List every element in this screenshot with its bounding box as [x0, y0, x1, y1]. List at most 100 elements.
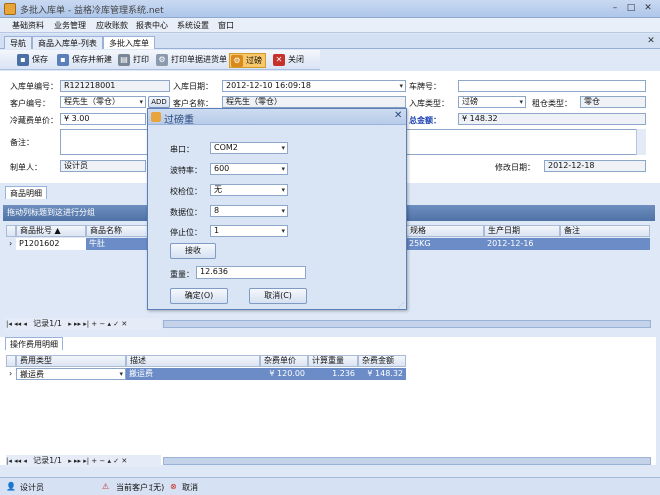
- col-fee-price[interactable]: 杂费单价: [260, 355, 308, 367]
- baud-select[interactable]: 600: [210, 163, 288, 175]
- menu-bar: 基础资料 业务管理 应收账款 报表中心 系统设置 窗口: [0, 18, 660, 33]
- in-date-label: 入库日期：: [173, 82, 213, 91]
- col-fee-desc[interactable]: 描述: [126, 355, 260, 367]
- status-cancel[interactable]: 取消: [182, 482, 198, 493]
- order-no-field[interactable]: R121218001: [60, 80, 170, 92]
- close-window-icon[interactable]: ✕: [641, 2, 655, 15]
- plate-label: 车牌号：: [409, 82, 441, 91]
- row-indicator-header: [6, 225, 16, 237]
- nav-next-icon[interactable]: ▸ ▸▸ ▸| + − ▴ ✓ ✕: [68, 320, 127, 328]
- dialog-title: 过磅重: [164, 115, 194, 126]
- fees-nav-next-icon[interactable]: ▸ ▸▸ ▸| + − ▴ ✓ ✕: [68, 457, 127, 465]
- col-batch[interactable]: 商品批号 ▲: [16, 225, 86, 237]
- goods-hscrollbar[interactable]: [163, 320, 651, 328]
- save-button[interactable]: ▪ 保存: [16, 53, 48, 68]
- nav-first-icon[interactable]: |◂ ◂◂ ◂: [6, 320, 27, 328]
- save-new-icon: ▪: [57, 54, 69, 66]
- freeze-price-label: 冷藏费单价：: [10, 116, 58, 125]
- dialog-close-icon[interactable]: ✕: [394, 110, 402, 121]
- menu-reports[interactable]: 报表中心: [136, 20, 168, 31]
- port-label: 串口：: [170, 145, 194, 154]
- in-date-picker[interactable]: 2012-12-10 16:09:18: [222, 80, 406, 92]
- app-icon: [4, 3, 16, 15]
- window-title: 多批入库单 - 益格冷库管理系统.net: [20, 6, 164, 16]
- tab-multi-batch[interactable]: 多批入库单: [103, 36, 155, 49]
- port-select[interactable]: COM2: [210, 142, 288, 154]
- parity-select[interactable]: 无: [210, 184, 288, 196]
- ok-button[interactable]: 确定(O): [170, 288, 228, 304]
- in-type-label: 入库类型：: [409, 99, 449, 108]
- tab-close-icon[interactable]: ✕: [644, 35, 658, 48]
- menu-basic[interactable]: 基础资料: [12, 20, 44, 31]
- menu-receivable[interactable]: 应收账款: [96, 20, 128, 31]
- fees-navigator[interactable]: |◂ ◂◂ ◂ 记录1/1 ▸ ▸▸ ▸| + − ▴ ✓ ✕: [6, 455, 161, 467]
- close-button[interactable]: ✕ 关闭: [272, 53, 304, 68]
- menu-business[interactable]: 业务管理: [54, 20, 86, 31]
- resize-grip-icon[interactable]: ⋰: [398, 302, 404, 309]
- remark-scrollbar[interactable]: [636, 129, 646, 155]
- cell-fee-amount[interactable]: ¥ 148.32: [358, 368, 406, 380]
- fees-hscrollbar[interactable]: [163, 457, 651, 465]
- cell-remark[interactable]: [560, 238, 650, 250]
- row-pointer-icon: ›: [9, 239, 13, 248]
- col-fee-amount[interactable]: 杂费金额: [358, 355, 406, 367]
- cell-fee-weight[interactable]: 1.236: [308, 368, 358, 380]
- col-fee-weight[interactable]: 计算重量: [308, 355, 358, 367]
- databits-label: 数据位：: [170, 208, 202, 217]
- customer-no-select[interactable]: 程先生（零仓）: [60, 96, 146, 108]
- weigh-button[interactable]: ⚙ 过磅: [229, 53, 266, 68]
- cancel-icon[interactable]: ⊗: [170, 482, 177, 491]
- tab-goods-detail[interactable]: 商品明细: [5, 186, 47, 199]
- add-customer-button[interactable]: ADD: [148, 96, 170, 108]
- modify-date-field: 2012-12-18: [544, 160, 646, 172]
- cancel-button[interactable]: 取消(C): [249, 288, 307, 304]
- sort-asc-icon: ▲: [54, 226, 61, 235]
- cell-spec[interactable]: 25KG: [406, 238, 484, 250]
- current-customer-value: (无): [150, 483, 165, 492]
- col-remark[interactable]: 备注: [560, 225, 650, 237]
- close-icon: ✕: [273, 54, 285, 66]
- col-fee-type[interactable]: 费用类型: [16, 355, 126, 367]
- freeze-price-input[interactable]: ¥ 3.00: [60, 113, 146, 125]
- weight-input[interactable]: 12.636: [196, 266, 306, 279]
- tab-nav[interactable]: 导航: [4, 36, 32, 49]
- fees-nav-first-icon[interactable]: |◂ ◂◂ ◂: [6, 457, 27, 465]
- status-bar: 👤 设计员 ⚠ 当前客户： (无) ⊗ 取消: [0, 477, 660, 495]
- cell-batch[interactable]: P1201602: [16, 238, 86, 250]
- tab-order-list[interactable]: 商品入库单-列表: [32, 36, 103, 49]
- parity-label: 校检位：: [170, 187, 202, 196]
- cell-fee-desc[interactable]: 搬运费: [126, 368, 260, 380]
- goods-navigator[interactable]: |◂ ◂◂ ◂ 记录1/1 ▸ ▸▸ ▸| + − ▴ ✓ ✕: [6, 318, 161, 330]
- order-no-label: 入库单编号：: [10, 82, 58, 91]
- cell-fee-price[interactable]: ¥ 120.00: [260, 368, 308, 380]
- col-spec[interactable]: 规格: [406, 225, 484, 237]
- in-type-select[interactable]: 过磅: [458, 96, 526, 108]
- warning-icon: ⚠: [102, 482, 110, 491]
- maker-field: 设计员: [60, 160, 146, 172]
- rent-type-field: 零仓: [580, 96, 646, 108]
- total-field: ¥ 148.32: [458, 113, 646, 125]
- gear-icon: ⚙: [156, 54, 168, 66]
- col-date[interactable]: 生产日期: [484, 225, 560, 237]
- dialog-title-bar: 过磅重 ✕: [148, 109, 406, 126]
- save-new-button[interactable]: ▪ 保存并新建: [56, 53, 112, 68]
- databits-select[interactable]: 8: [210, 205, 288, 217]
- customer-no-label: 客户编号：: [10, 99, 50, 108]
- minimize-icon[interactable]: –: [608, 2, 622, 15]
- maximize-icon[interactable]: □: [624, 2, 638, 15]
- stopbits-label: 停止位：: [170, 228, 202, 237]
- tab-fees-detail[interactable]: 操作费用明细: [5, 337, 63, 350]
- stopbits-select[interactable]: 1: [210, 225, 288, 237]
- menu-settings[interactable]: 系统设置: [177, 20, 209, 31]
- cell-date[interactable]: 2012-12-16: [484, 238, 560, 250]
- fee-type-select[interactable]: 搬运费: [16, 368, 126, 380]
- weight-label: 重量：: [170, 270, 194, 279]
- print-button[interactable]: ▤ 打印: [117, 53, 149, 68]
- menu-window[interactable]: 窗口: [218, 20, 234, 31]
- plate-input[interactable]: [458, 80, 646, 92]
- scale-icon: ⚙: [231, 55, 243, 67]
- receive-button[interactable]: 接收: [170, 243, 216, 259]
- printer-icon: ▤: [118, 54, 130, 66]
- print-preview-button[interactable]: ⚙ 打印单据进货单: [155, 53, 227, 68]
- save-icon: ▪: [17, 54, 29, 66]
